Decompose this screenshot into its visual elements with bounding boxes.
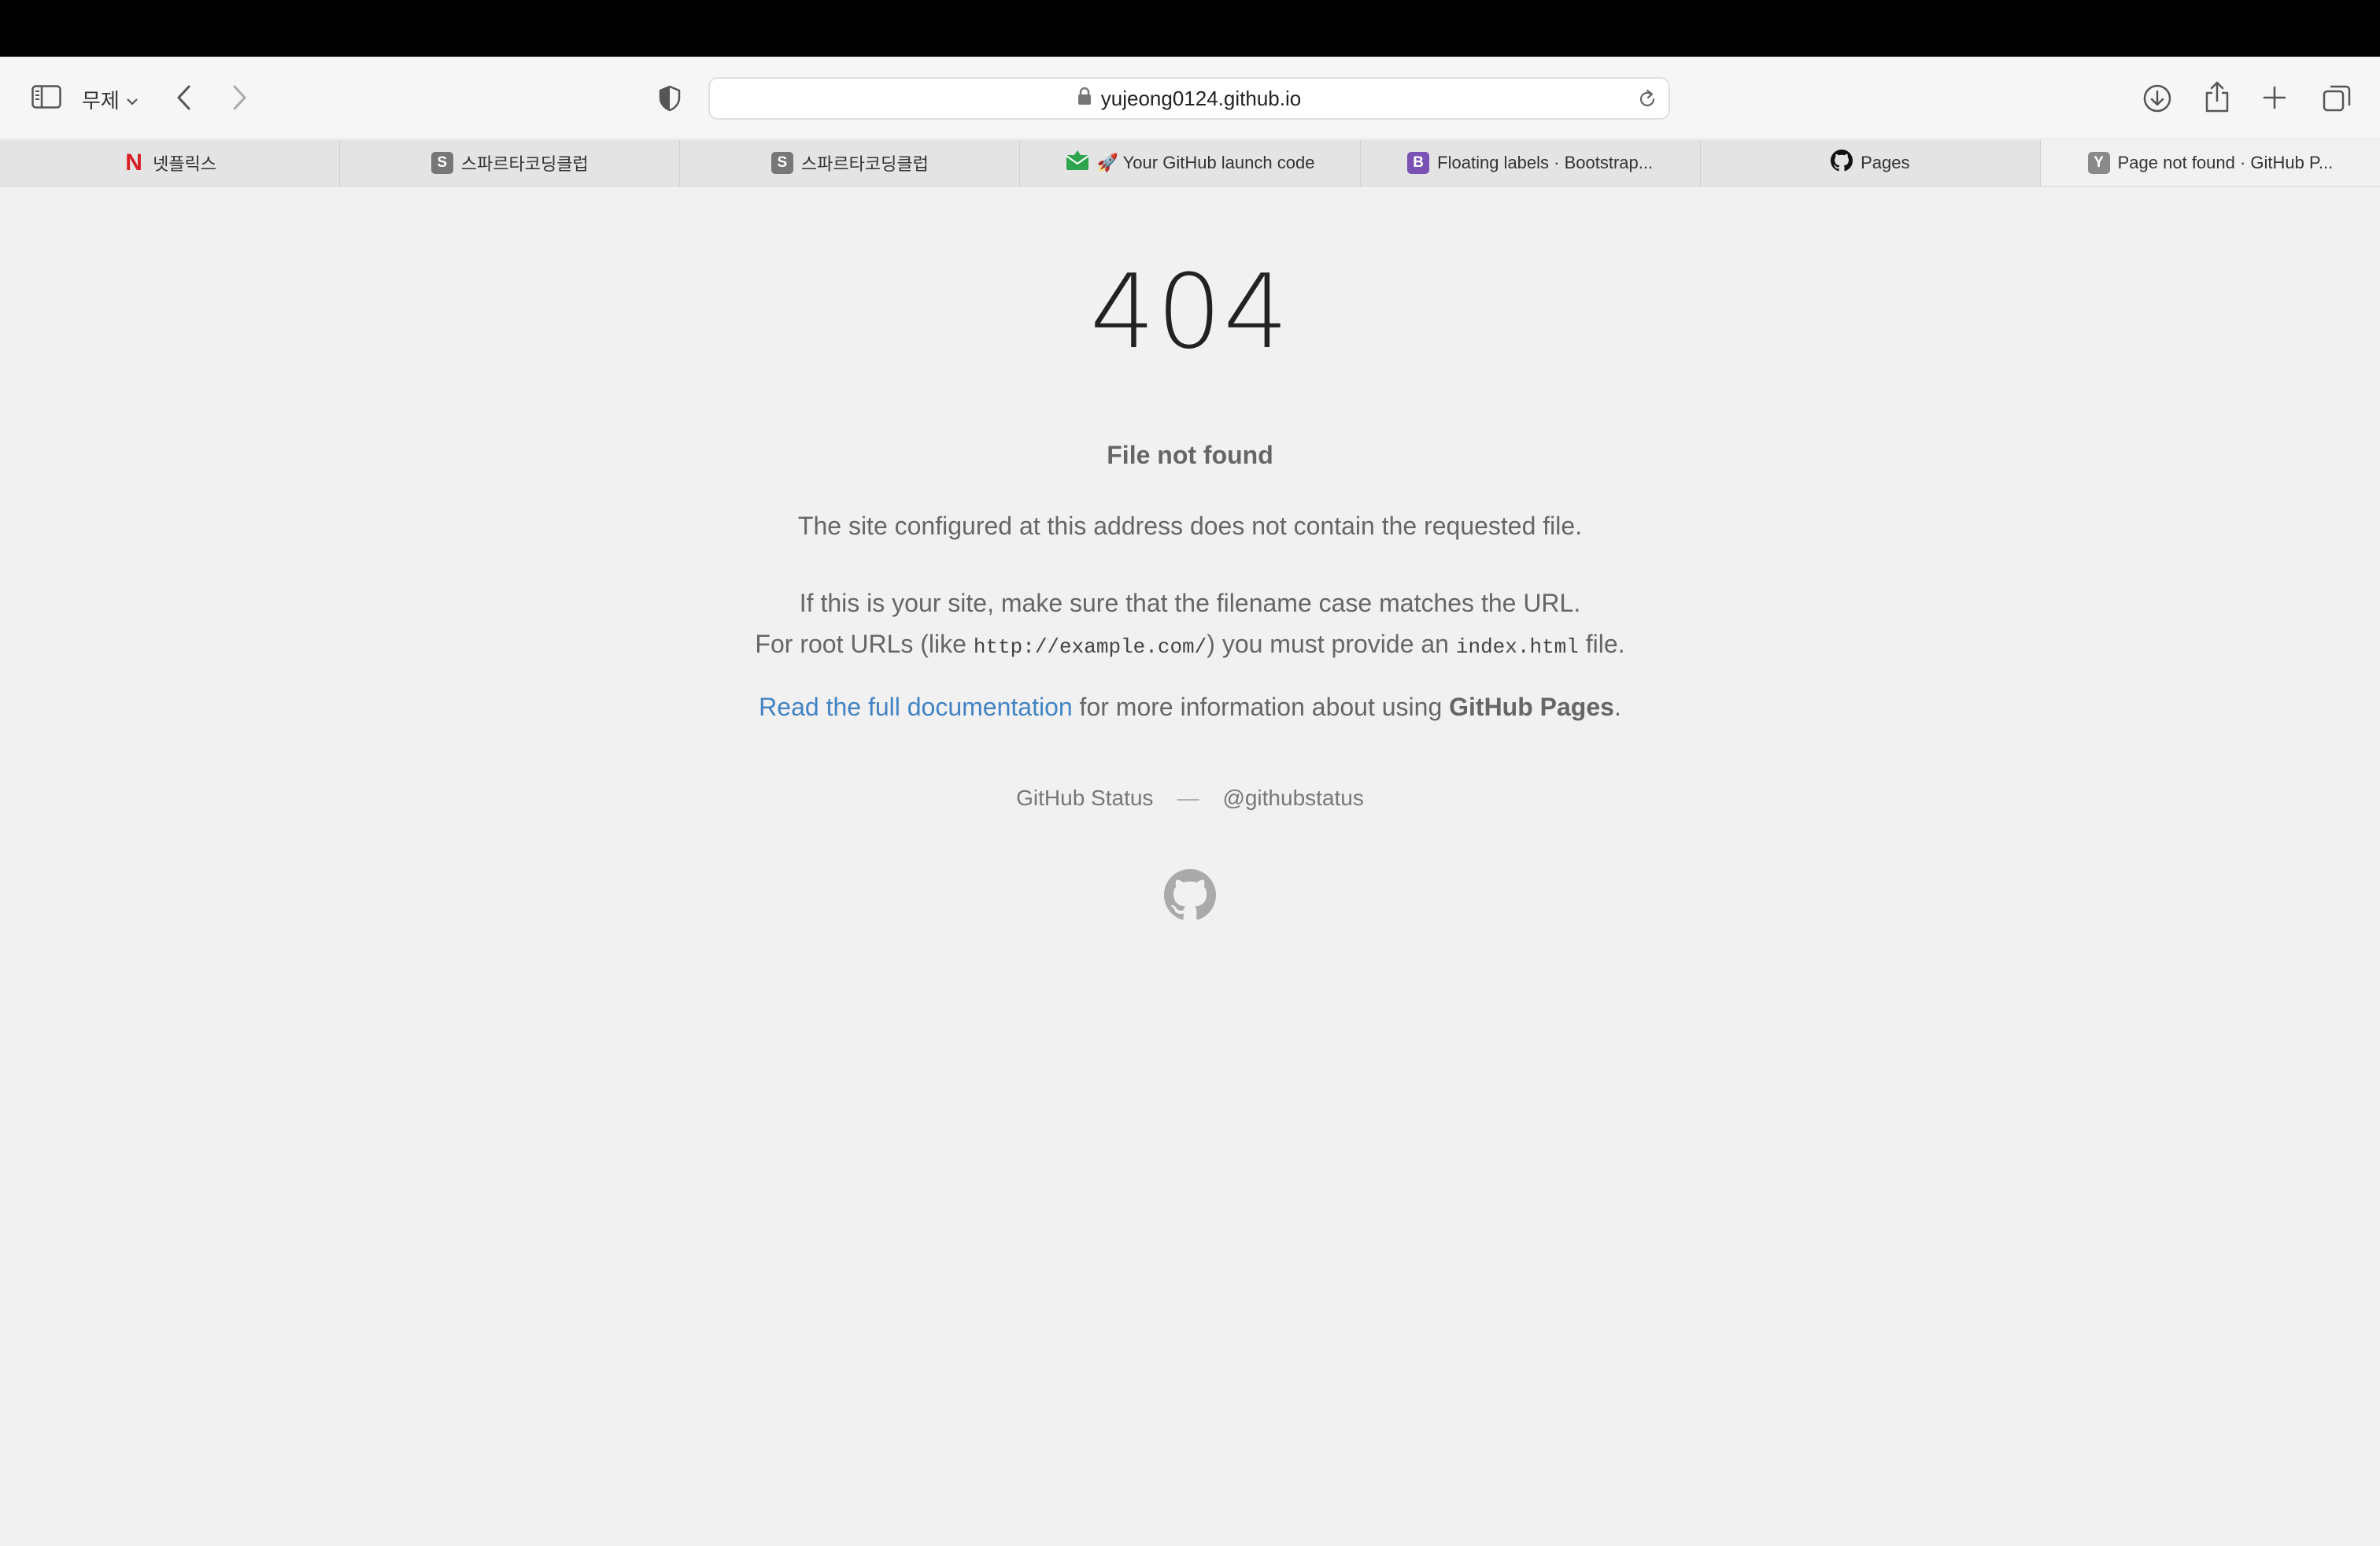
error-description: The site configured at this address does… (797, 512, 1583, 540)
netflix-icon: N (125, 150, 142, 176)
tab-label: 스파르타코딩클럽 (800, 154, 929, 174)
url-text: yujeong0124.github.io (1100, 86, 1302, 110)
help-line-2: For root URLs (like http://example.com/)… (0, 623, 2380, 668)
footer-links: GitHub Status — @githubstatus (0, 786, 2380, 811)
tab-pages[interactable]: Pages (1701, 140, 2041, 186)
github-pages-label: GitHub Pages (1449, 693, 1614, 721)
help-text-part: ) you must provide an (1207, 630, 1456, 658)
documentation-link[interactable]: Read the full documentation (759, 693, 1072, 721)
error-code: 404 (1089, 252, 1291, 372)
new-tab-icon[interactable] (2262, 85, 2287, 110)
tab-label: Floating labels · Bootstrap... (1437, 153, 1654, 172)
tab-label: 스파르타코딩클럽 (460, 154, 589, 174)
tab-label: 넷플릭스 (153, 154, 217, 174)
github-octocat-icon[interactable] (1164, 869, 1216, 925)
documentation-text-part: . (1613, 693, 1621, 721)
tab-overview-icon[interactable] (2322, 83, 2352, 113)
y-icon: Y (2087, 152, 2110, 174)
privacy-shield-icon[interactable] (658, 85, 682, 112)
lock-icon (1077, 87, 1092, 111)
tab-label: Pages (1861, 153, 1910, 172)
help-text-part: file. (1578, 630, 1625, 658)
downloads-icon[interactable] (2142, 83, 2172, 113)
s-icon: S (431, 152, 453, 174)
s-icon: S (771, 152, 793, 174)
documentation-text: Read the full documentation for more inf… (0, 693, 2380, 722)
tab-group-label: 무제 (82, 88, 120, 113)
tab-sparta-2[interactable]: S 스파르타코딩클럽 (680, 140, 1021, 186)
githubstatus-link[interactable]: @githubstatus (1222, 786, 1363, 810)
forward-button[interactable] (230, 83, 249, 112)
sidebar-toggle-icon[interactable] (31, 85, 61, 109)
chevron-down-icon (126, 87, 139, 112)
tab-bootstrap[interactable]: B Floating labels · Bootstrap... (1361, 140, 1701, 186)
tab-label: Page not found · GitHub P... (2117, 153, 2334, 172)
example-url-code: http://example.com/ (973, 635, 1207, 659)
tab-github-launch[interactable]: 🚀 Your GitHub launch code (1020, 140, 1361, 186)
address-bar[interactable]: yujeong0124.github.io (708, 77, 1670, 120)
tab-bar: N 넷플릭스 S 스파르타코딩클럽 S 스파르타코딩클럽 🚀 Your GitH… (0, 140, 2380, 187)
system-menu-bar (0, 0, 2380, 57)
browser-toolbar: 무제 yujeong0124.github.io (0, 57, 2380, 139)
github-icon (1831, 150, 1853, 176)
tab-label: 🚀 Your GitHub launch code (1096, 153, 1315, 172)
mail-icon (1065, 150, 1089, 176)
help-line-1: If this is your site, make sure that the… (799, 589, 1581, 617)
back-button[interactable] (175, 83, 194, 112)
page-title: File not found (1107, 441, 1273, 469)
tab-page-not-found[interactable]: Y Page not found · GitHub P... (2040, 140, 2380, 186)
index-html-code: index.html (1455, 635, 1579, 659)
github-status-link[interactable]: GitHub Status (1016, 786, 1153, 810)
bootstrap-icon: B (1407, 152, 1430, 174)
tab-group-selector[interactable]: 무제 (82, 83, 139, 115)
help-text-part: For root URLs (like (755, 630, 974, 658)
help-text: If this is your site, make sure that the… (0, 583, 2380, 668)
tab-netflix[interactable]: N 넷플릭스 (0, 140, 341, 186)
reload-icon[interactable] (1637, 88, 1658, 114)
tab-sparta-1[interactable]: S 스파르타코딩클럽 (340, 140, 681, 186)
share-icon[interactable] (2204, 80, 2230, 113)
footer-separator: — (1177, 786, 1199, 810)
documentation-text-part: for more information about using (1072, 693, 1450, 721)
